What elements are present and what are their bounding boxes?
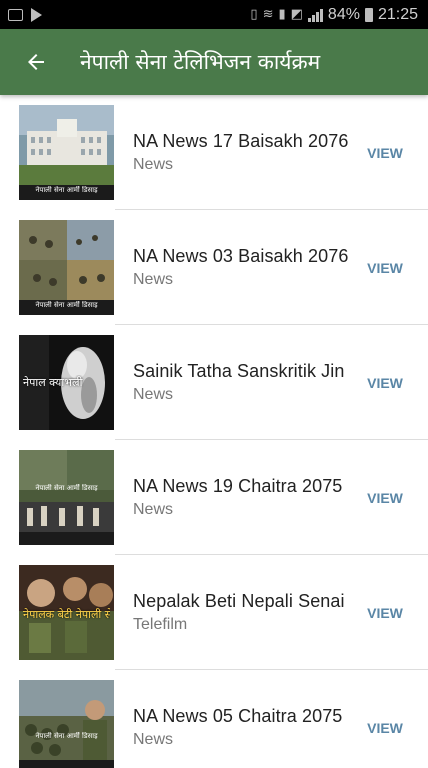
item-title: Nepalak Beti Nepali Senai <box>133 591 345 611</box>
list-item[interactable]: नेपाली सेना आर्मी डिसाइ NA News 19 Chait… <box>0 440 428 555</box>
item-category: News <box>133 156 174 173</box>
view-button[interactable]: VIEW <box>360 670 410 768</box>
thumbnail-caption: नेपाल क्याभल्री <box>23 376 83 389</box>
signal-icon <box>307 8 323 22</box>
wifi-icon: ≋ <box>262 7 274 22</box>
view-button[interactable]: VIEW <box>360 440 410 555</box>
thumbnail-caption: नेपाली सेना आर्मी डिसाइ <box>35 186 98 194</box>
battery-icon <box>364 7 373 22</box>
video-thumbnail: नेपाली सेना आर्मी डिसाइ <box>19 105 114 200</box>
item-category: News <box>133 501 174 518</box>
item-category: Telefilm <box>133 616 188 633</box>
vibrate-icon: ▯ <box>250 7 258 22</box>
clock: 21:25 <box>377 5 418 23</box>
sim-icon: ◩ <box>290 7 303 22</box>
item-title: NA News 03 Baisakh 2076 <box>133 246 349 266</box>
thumbnail-caption: नेपाली सेना आर्मी डिसाइ <box>35 732 98 740</box>
view-button[interactable]: VIEW <box>360 325 410 440</box>
thumbnail-caption: नेपाली सेना आर्मी डिसाइ <box>35 484 98 492</box>
video-thumbnail: नेपाली सेना आर्मी डिसाइ <box>19 220 114 315</box>
video-list: नेपाली सेना आर्मी डिसाइ NA News 17 Baisa… <box>0 95 428 768</box>
thumbnail-caption: नेपालक बेटी नेपाली सेना <box>23 608 110 621</box>
list-item[interactable]: नेपालक बेटी नेपाली सेना Nepalak Beti Nep… <box>0 555 428 670</box>
item-title: NA News 19 Chaitra 2075 <box>133 476 343 496</box>
item-info: NA News 19 Chaitra 2075 News <box>133 440 349 555</box>
view-button[interactable]: VIEW <box>360 555 410 670</box>
item-title: Sainik Tatha Sanskritik Jin <box>133 361 345 381</box>
arrow-left-icon <box>28 54 44 70</box>
gallery-notification-icon <box>8 8 23 21</box>
item-info: Sainik Tatha Sanskritik Jin News <box>133 325 349 440</box>
item-title: NA News 17 Baisakh 2076 <box>133 131 349 151</box>
item-title: NA News 05 Chaitra 2075 <box>133 706 343 726</box>
item-info: NA News 17 Baisakh 2076 News <box>133 95 349 210</box>
list-item[interactable]: नेपाली सेना आर्मी डिसाइ NA News 03 Baisa… <box>0 210 428 325</box>
list-item[interactable]: नेपाल क्याभल्री Sainik Tatha Sanskritik … <box>0 325 428 440</box>
status-left-icons <box>8 7 42 22</box>
status-right-icons: ▯ ≋ ▮ ◩ 84% 21:25 <box>250 6 418 24</box>
item-category: News <box>133 386 174 403</box>
play-notification-icon <box>31 7 42 22</box>
list-item[interactable]: नेपाली सेना आर्मी डिसाइ NA News 05 Chait… <box>0 670 428 768</box>
item-info: NA News 03 Baisakh 2076 News <box>133 210 349 325</box>
status-bar: ▯ ≋ ▮ ◩ 84% 21:25 <box>0 0 428 29</box>
battery-percent: 84% <box>327 5 360 23</box>
item-category: News <box>133 731 174 748</box>
item-category: News <box>133 271 174 288</box>
video-thumbnail: नेपालक बेटी नेपाली सेना <box>19 565 114 660</box>
data-icon: ▮ <box>278 7 286 22</box>
item-info: NA News 05 Chaitra 2075 News <box>133 670 349 768</box>
list-item[interactable]: नेपाली सेना आर्मी डिसाइ NA News 17 Baisa… <box>0 95 428 210</box>
thumbnail-caption: नेपाली सेना आर्मी डिसाइ <box>35 301 98 309</box>
item-info: Nepalak Beti Nepali Senai Telefilm <box>133 555 349 670</box>
view-button[interactable]: VIEW <box>360 95 410 210</box>
back-button[interactable] <box>0 29 72 95</box>
page-title: नेपाली सेना टेलिभिजन कार्यक्रम <box>80 50 321 74</box>
video-thumbnail: नेपाली सेना आर्मी डिसाइ <box>19 450 114 545</box>
app-bar: नेपाली सेना टेलिभिजन कार्यक्रम <box>0 29 428 95</box>
video-thumbnail: नेपाली सेना आर्मी डिसाइ <box>19 680 114 768</box>
video-thumbnail: नेपाल क्याभल्री <box>19 335 114 430</box>
view-button[interactable]: VIEW <box>360 210 410 325</box>
